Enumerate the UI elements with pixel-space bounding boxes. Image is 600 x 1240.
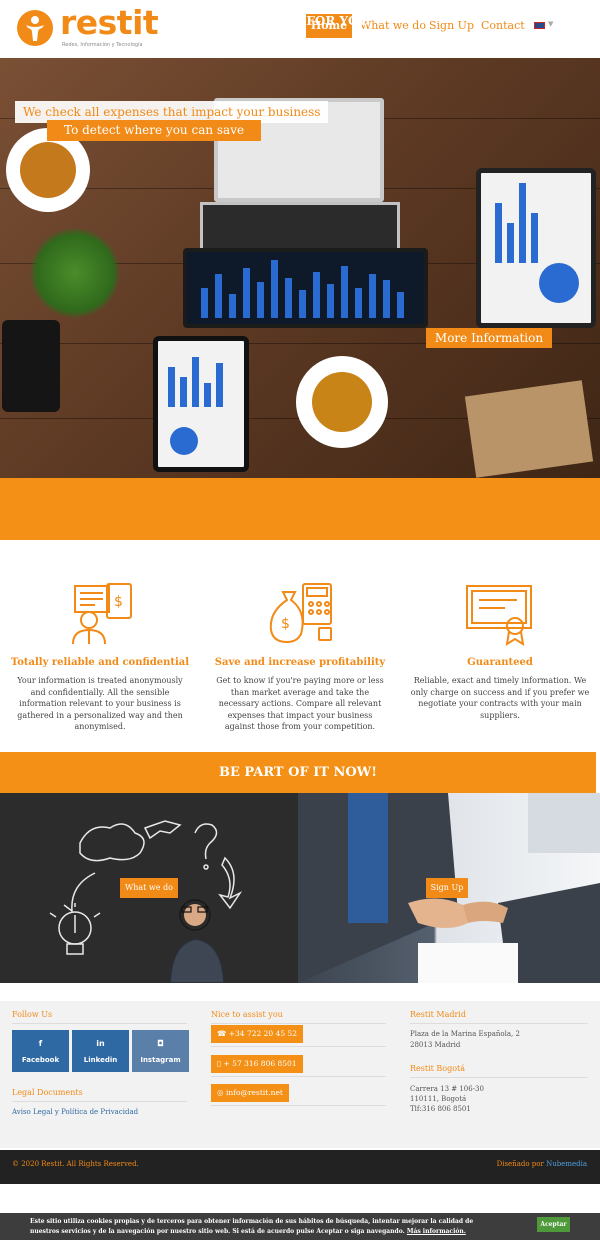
- bogota-phone: Tlf:316 806 8501: [410, 1105, 471, 1113]
- phone-colombia-button[interactable]: ▯ + 57 316 806 8501: [211, 1055, 303, 1073]
- feature-title-save: Save and increase profitability: [214, 657, 386, 668]
- designed-by: Diseñado por Nubemedia: [0, 1160, 587, 1168]
- legal-privacy-link[interactable]: Aviso Legal y Política de Privacidad: [12, 1108, 138, 1116]
- feature-text-guaranteed: Reliable, exact and timely information. …: [410, 676, 590, 720]
- legal-documents-heading: Legal Documents: [12, 1088, 83, 1097]
- madrid-heading: Restit Madrid: [410, 1010, 466, 1019]
- tablet-report-image: [476, 168, 596, 328]
- cookie-accept-button[interactable]: Aceptar: [537, 1217, 570, 1232]
- coffee-image: [20, 142, 76, 198]
- svg-text:$: $: [114, 594, 123, 610]
- laptop-keyboard-image: [200, 202, 400, 252]
- divider: [211, 1105, 386, 1106]
- follow-us-heading: Follow Us: [12, 1010, 53, 1019]
- working-title: WORKING FOR YOU: [231, 14, 369, 28]
- phone-icon: ☎: [217, 1029, 229, 1038]
- madrid-address-line1: Plaza de la Marina Española, 2: [410, 1030, 520, 1038]
- phone-image: [2, 320, 60, 412]
- email-icon: ◎: [217, 1088, 226, 1097]
- designed-by-prefix: Diseñado por: [496, 1160, 544, 1168]
- divider: [211, 1076, 386, 1077]
- divider: [12, 1023, 187, 1024]
- bogota-address-line1: Carrera 13 # 106-30: [410, 1085, 484, 1093]
- sign-up-button[interactable]: Sign Up: [426, 878, 468, 898]
- confidential-person-icon: $: [65, 582, 135, 646]
- bogota-heading: Restit Bogotá: [410, 1064, 466, 1073]
- instagram-icon: ◘: [157, 1039, 164, 1048]
- notebook-image: [464, 380, 594, 478]
- working-subtitle: We only win if you win first: [244, 42, 356, 51]
- plant-image: [30, 228, 120, 318]
- bogota-address-line2: 110111, Bogotá: [410, 1095, 467, 1103]
- divider: [410, 1077, 588, 1078]
- facebook-label: Facebook: [21, 1056, 60, 1064]
- divider: [211, 1023, 386, 1024]
- feature-title-guaranteed: Guaranteed: [467, 657, 533, 668]
- linkedin-icon: in: [96, 1039, 105, 1048]
- divider: [211, 1046, 386, 1047]
- certificate-icon: [465, 582, 535, 647]
- pie-chart-image: [170, 427, 198, 455]
- more-information-button[interactable]: More Information: [426, 328, 552, 348]
- linkedin-label: Linkedin: [83, 1056, 118, 1064]
- cookie-notice: Este sitio utiliza cookies propias y de …: [30, 1217, 500, 1237]
- nubemedia-link[interactable]: Nubemedia: [546, 1160, 587, 1168]
- phone-spain-button[interactable]: ☎ +34 722 20 45 52: [211, 1025, 304, 1043]
- assist-heading: Nice to assist you: [211, 1010, 283, 1019]
- instagram-label: Instagram: [140, 1056, 181, 1064]
- tablet-chart-image: [183, 248, 428, 328]
- feature-text-save: Get to know if you're paying more or les…: [216, 676, 384, 731]
- facebook-icon: f: [38, 1039, 43, 1048]
- phone-colombia-number: + 57 316 806 8501: [223, 1059, 297, 1068]
- cookie-more-info-link[interactable]: Más información.: [407, 1228, 466, 1235]
- hero-caption-line2: To detect where you can save: [47, 120, 262, 141]
- money-calculator-icon: $: [265, 582, 335, 646]
- feature-text-confidential: Your information is treated anonymously …: [17, 676, 183, 731]
- tea-image: [312, 372, 372, 432]
- linkedin-button[interactable]: in Linkedin: [72, 1030, 129, 1072]
- divider: [410, 1023, 588, 1024]
- email-address: info@restit.net: [225, 1088, 283, 1097]
- tablet-small-image: [153, 336, 249, 472]
- working-band: [0, 478, 600, 540]
- divider: [12, 1101, 187, 1102]
- what-we-do-button[interactable]: What we do: [120, 878, 178, 898]
- email-button[interactable]: ◎ info@restit.net: [211, 1084, 289, 1102]
- instagram-button[interactable]: ◘ Instagram: [132, 1030, 189, 1072]
- phone-spain-number: +34 722 20 45 52: [228, 1029, 298, 1038]
- be-part-band-title: BE PART OF IT NOW!: [0, 752, 596, 793]
- feature-title-confidential: Totally reliable and confidential: [10, 657, 190, 668]
- facebook-button[interactable]: f Facebook: [12, 1030, 69, 1072]
- pie-chart-image: [539, 263, 579, 303]
- svg-text:$: $: [281, 616, 290, 632]
- madrid-address-line2: 28013 Madrid: [410, 1041, 461, 1049]
